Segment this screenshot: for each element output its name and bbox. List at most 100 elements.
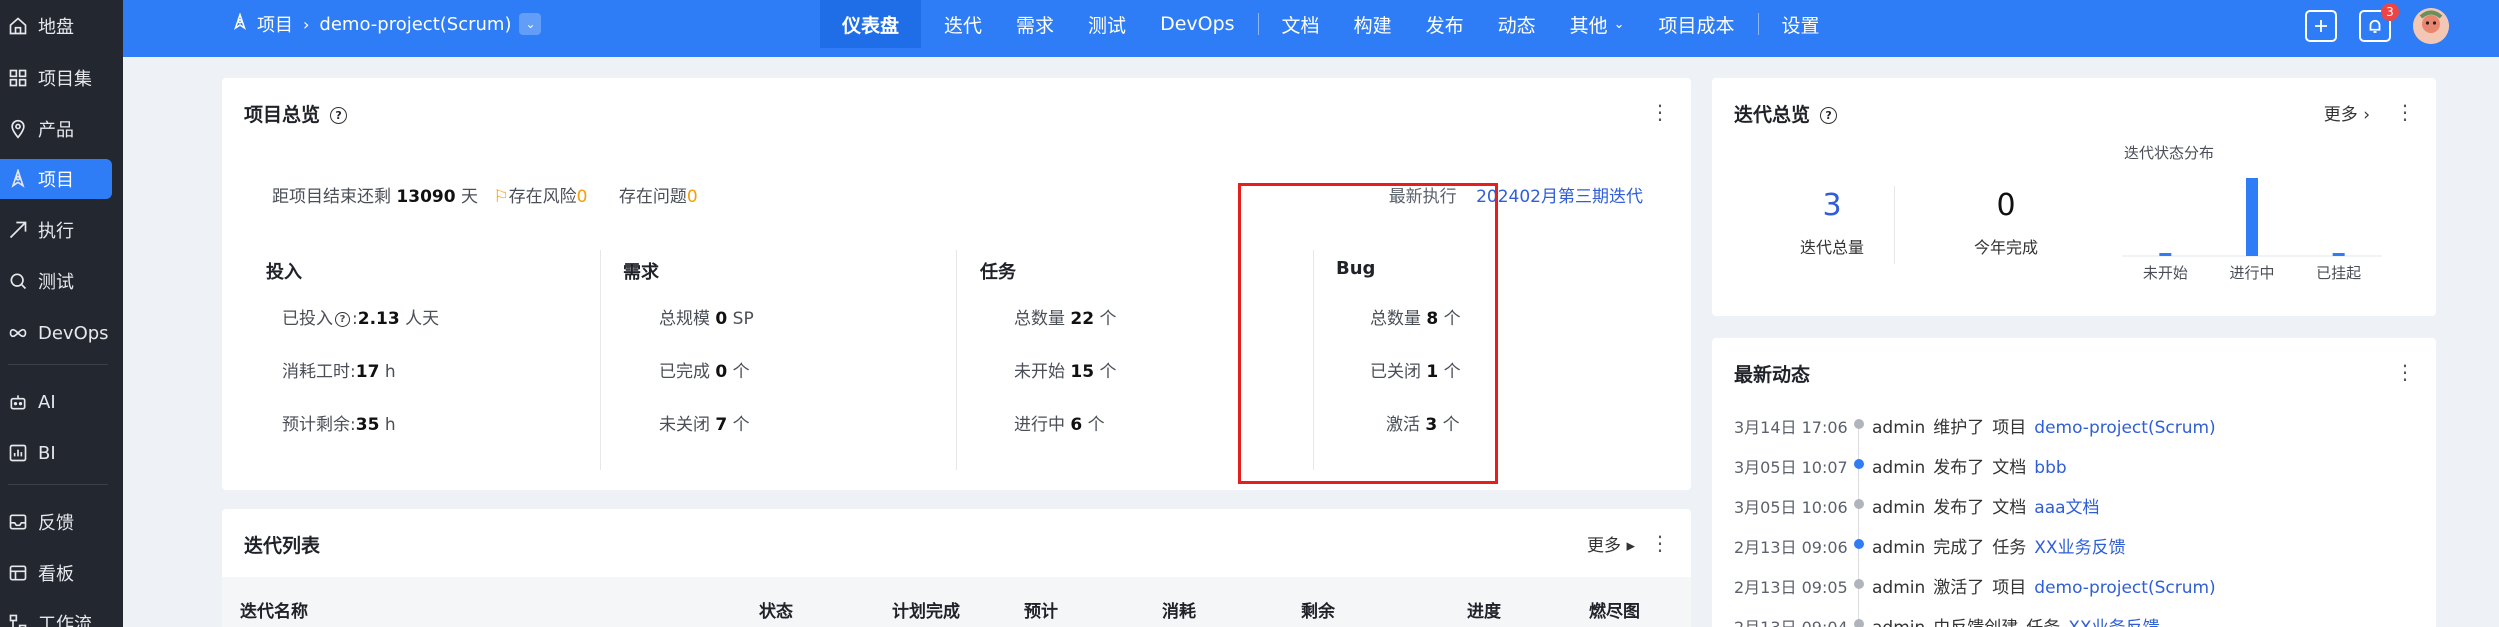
sidebar-item-feedback[interactable]: 反馈 <box>0 502 112 542</box>
tab-story[interactable]: 需求 <box>999 0 1071 48</box>
help-icon[interactable]: ? <box>1820 107 1838 124</box>
column-header[interactable]: 消耗 <box>1162 597 1196 622</box>
card-title: 迭代列表 <box>244 535 321 557</box>
chart-bar[interactable] <box>2159 253 2172 256</box>
sidebar-item-label: 测试 <box>38 272 74 293</box>
project-switcher[interactable]: demo-project(Scrum) <box>319 14 511 35</box>
iteration-total-label: 迭代总量 <box>1799 238 1864 257</box>
top-right-actions: 3 <box>2283 3 2449 44</box>
breadcrumb: 项目 › demo-project(Scrum) ⌄ <box>223 0 542 48</box>
activity-object[interactable]: demo-project(Scrum) <box>2034 578 2215 598</box>
tab-settings[interactable]: 设置 <box>1765 0 1837 48</box>
activity-object[interactable]: aaa文档 <box>2034 498 2099 518</box>
tab-release[interactable]: 发布 <box>1409 0 1481 48</box>
help-icon[interactable]: ? <box>335 311 350 327</box>
column-header[interactable]: 燃尽图 <box>1589 597 1640 622</box>
sidebar-item-workflow[interactable]: 工作流 <box>0 603 112 627</box>
more-link[interactable]: 更多 ▸ <box>1587 531 1635 556</box>
tab-project-cost[interactable]: 项目成本 <box>1642 0 1752 48</box>
activity-object[interactable]: XX业务反馈 <box>2034 538 2125 558</box>
issue-item[interactable]: 存在问题0 <box>619 187 698 207</box>
sidebar-item-label: DevOps <box>38 322 109 344</box>
remaining-unit: 天 <box>460 187 478 207</box>
risk-item[interactable]: ⚐存在风险0 <box>493 187 592 207</box>
column-divider <box>1894 186 1895 264</box>
activity-object[interactable]: XX业务反馈 <box>2068 618 2159 627</box>
table-header: 迭代名称 状态 计划完成 预计 消耗 剩余 进度 燃尽图 <box>222 577 1691 627</box>
card-title: 最新动态 <box>1734 364 1811 386</box>
rocket-icon <box>6 167 30 191</box>
iteration-total-value[interactable]: 3 <box>1792 188 1872 223</box>
column-header[interactable]: 计划完成 <box>892 597 960 622</box>
activity-time: 3月14日 17:06 <box>1734 418 1848 437</box>
notification-button[interactable]: 3 <box>2359 3 2399 42</box>
home-icon <box>6 14 30 38</box>
stat-unit: 个 <box>732 415 750 435</box>
remaining-days: 13090 <box>396 187 456 207</box>
latest-execution-link[interactable]: 202402月第三期迭代 <box>1476 187 1643 207</box>
sidebar-item-test[interactable]: 测试 <box>0 261 112 301</box>
activity-item: admin 激活了 项目 demo-project(Scrum) <box>1872 573 2216 598</box>
avatar[interactable] <box>2413 8 2449 44</box>
sidebar-item-label: 反馈 <box>38 513 74 534</box>
chevron-down-icon[interactable]: ⌄ <box>519 13 542 35</box>
stat-label: 总规模 <box>659 309 710 329</box>
activity-object[interactable]: demo-project(Scrum) <box>2034 418 2215 438</box>
sidebar-item-label: 地盘 <box>38 17 74 38</box>
tab-dashboard[interactable]: 仪表盘 <box>820 0 922 48</box>
risk-count: 0 <box>576 187 588 207</box>
sidebar-item-program[interactable]: 项目集 <box>0 58 112 98</box>
nav-divider <box>1257 13 1259 35</box>
column-header[interactable]: 迭代名称 <box>240 597 308 622</box>
column-header[interactable]: 状态 <box>759 597 793 622</box>
tab-doc[interactable]: 文档 <box>1265 0 1337 48</box>
sidebar-item-label: 执行 <box>38 221 74 242</box>
sidebar-item-ai[interactable]: AI <box>0 382 112 422</box>
more-link[interactable]: 更多 › <box>2324 100 2370 125</box>
notification-badge: 3 <box>2381 3 2399 21</box>
tab-build[interactable]: 构建 <box>1337 0 1409 48</box>
tab-dynamic[interactable]: 动态 <box>1481 0 1553 48</box>
stat-unit: h <box>384 362 396 382</box>
sidebar-item-kanban[interactable]: 看板 <box>0 553 112 593</box>
stat-value: 17 <box>355 362 380 382</box>
more-menu-icon[interactable]: ⋮ <box>1650 102 1670 122</box>
timeline-dot <box>1854 539 1864 549</box>
sidebar-item-dashboard[interactable]: 地盘 <box>0 6 112 46</box>
stat-unit: 个 <box>1099 362 1117 382</box>
more-menu-icon[interactable]: ⋮ <box>2395 102 2415 122</box>
column-header[interactable]: 剩余 <box>1301 597 1335 622</box>
create-button[interactable] <box>2305 10 2337 42</box>
sidebar-item-execution[interactable]: 执行 <box>0 210 112 250</box>
tab-other[interactable]: 其他 ⌄ <box>1553 0 1642 48</box>
chart-icon <box>6 441 30 465</box>
tab-iteration[interactable]: 迭代 <box>927 0 999 48</box>
sidebar-item-bi[interactable]: BI <box>0 433 112 473</box>
sidebar-item-project[interactable]: 项目 <box>0 159 112 199</box>
iteration-status-chart: 未开始 进行中 已挂起 <box>2122 178 2382 282</box>
sidebar-item-devops[interactable]: DevOps <box>0 313 112 353</box>
stat-unit: 人天 <box>405 309 440 329</box>
tab-devops[interactable]: DevOps <box>1143 0 1251 48</box>
tab-test[interactable]: 测试 <box>1071 0 1143 48</box>
timeline-dot <box>1854 459 1864 469</box>
chart-bar[interactable] <box>2332 253 2345 256</box>
more-menu-icon[interactable]: ⋮ <box>2395 362 2415 382</box>
activity-action: 完成了 <box>1933 538 1985 558</box>
activity-action: 发布了 <box>1933 458 1985 478</box>
help-icon[interactable]: ? <box>330 107 348 124</box>
more-menu-icon[interactable]: ⋮ <box>1650 533 1670 553</box>
stat-label: 预计剩余: <box>282 415 356 435</box>
more-label: 更多 <box>1587 536 1622 556</box>
issue-label: 存在问题 <box>618 187 687 207</box>
nav-divider <box>1757 13 1759 35</box>
chart-bar[interactable] <box>2246 178 2258 256</box>
activity-item: admin 维护了 项目 demo-project(Scrum) <box>1872 413 2216 438</box>
activity-object[interactable]: bbb <box>2034 458 2066 478</box>
iteration-summary-card: 迭代总览? 更多 › ⋮ 3 迭代总量 0 今年完成 迭代状态分布 未开始 进行中… <box>1712 78 2436 316</box>
sidebar-item-product[interactable]: 产品 <box>0 109 112 149</box>
breadcrumb-root[interactable]: 项目 <box>257 11 293 37</box>
column-header[interactable]: 预计 <box>1024 597 1058 622</box>
robot-icon <box>6 390 30 414</box>
column-header[interactable]: 进度 <box>1467 597 1501 622</box>
